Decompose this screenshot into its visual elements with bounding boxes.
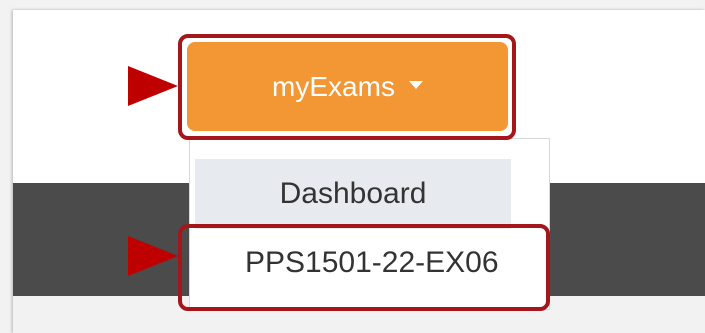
- menu-item-dashboard[interactable]: Dashboard: [195, 159, 511, 229]
- menu-item-dashboard-label: Dashboard: [279, 177, 427, 210]
- screenshot-stage: myExams Dashboard PPS1501-22-EX06: [0, 0, 705, 333]
- annotation-highlight-exam-item: [178, 224, 550, 311]
- annotation-highlight-button: [178, 34, 516, 140]
- annotation-arrow-exam-item: [128, 236, 178, 276]
- annotation-arrow-button: [128, 66, 178, 106]
